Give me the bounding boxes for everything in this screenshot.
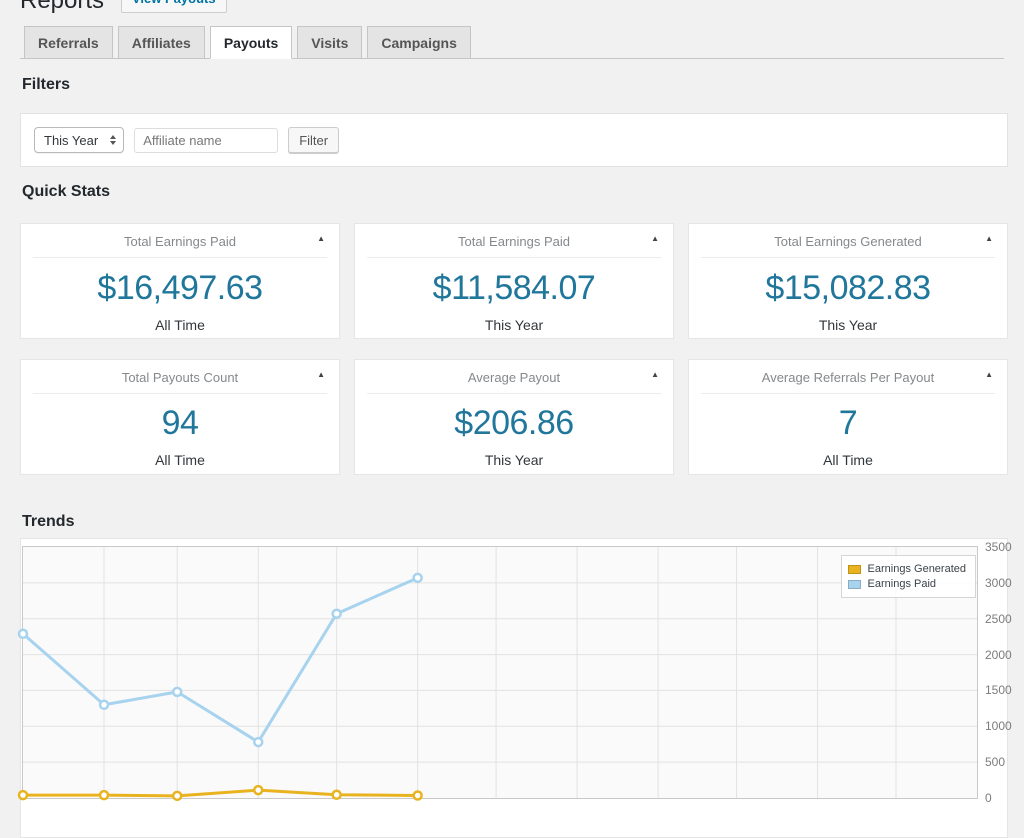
stat-card-period: This Year (689, 317, 1007, 333)
collapse-triangle-icon[interactable]: ▲ (985, 371, 993, 379)
trends-heading: Trends (22, 513, 1004, 531)
collapse-triangle-icon[interactable]: ▲ (651, 235, 659, 243)
stat-card-header: Total Earnings Paid ▲ (33, 224, 327, 258)
stat-card-period: This Year (355, 317, 673, 333)
trends-chart-container: 0500100015002000250030003500 Earnings Ge… (20, 538, 1008, 838)
trends-plot-area (22, 546, 978, 799)
stat-card-value: $11,584.07 (355, 269, 673, 308)
stat-card-value: $16,497.63 (21, 269, 339, 308)
stat-card-total-earnings-paid-year: Total Earnings Paid ▲ $11,584.07 This Ye… (354, 223, 674, 339)
stat-card-header: Total Earnings Generated ▲ (701, 224, 995, 258)
chart-legend: Earnings Generated Earnings Paid (841, 555, 976, 598)
legend-label: Earnings Paid (868, 578, 937, 590)
stat-card-period: All Time (21, 452, 339, 468)
date-range-select[interactable]: This Year (34, 127, 124, 153)
select-stepper-icon (110, 135, 116, 145)
stat-card-title: Total Earnings Paid (369, 234, 659, 249)
stat-card-value: 7 (689, 404, 1007, 443)
stat-card-header: Total Payouts Count ▲ (33, 360, 327, 394)
report-tabs: Referrals Affiliates Payouts Visits Camp… (20, 26, 1004, 59)
y-axis-tick-label: 3500 (985, 541, 1024, 553)
y-axis-tick-label: 1000 (985, 720, 1024, 732)
legend-item: Earnings Paid (848, 578, 966, 590)
stat-card-title: Average Payout (369, 370, 659, 385)
reports-page: Reports View Payouts Referrals Affiliate… (0, 0, 1024, 838)
stat-card-title: Total Earnings Paid (35, 234, 325, 249)
stat-card-period: This Year (355, 452, 673, 468)
stat-card-period: All Time (21, 317, 339, 333)
collapse-triangle-icon[interactable]: ▲ (317, 371, 325, 379)
legend-swatch-icon (848, 580, 861, 589)
tab-affiliates[interactable]: Affiliates (118, 26, 205, 58)
stat-card-title: Total Payouts Count (35, 370, 325, 385)
view-payouts-button[interactable]: View Payouts (121, 0, 227, 13)
y-axis-tick-label: 2000 (985, 649, 1024, 661)
quick-stats-heading: Quick Stats (22, 183, 1004, 201)
tab-visits[interactable]: Visits (297, 26, 362, 58)
y-axis-tick-label: 1500 (985, 684, 1024, 696)
tab-referrals[interactable]: Referrals (24, 26, 113, 58)
stat-card-title: Average Referrals Per Payout (703, 370, 993, 385)
filters-panel: This Year Filter (20, 113, 1008, 167)
tab-campaigns[interactable]: Campaigns (367, 26, 470, 58)
trends-chart-svg (23, 547, 977, 798)
legend-item: Earnings Generated (848, 563, 966, 575)
stat-card-header: Average Referrals Per Payout ▲ (701, 360, 995, 394)
collapse-triangle-icon[interactable]: ▲ (317, 235, 325, 243)
legend-label: Earnings Generated (868, 563, 966, 575)
stat-card-header: Average Payout ▲ (367, 360, 661, 394)
collapse-triangle-icon[interactable]: ▲ (985, 235, 993, 243)
stat-card-average-referrals-per-payout: Average Referrals Per Payout ▲ 7 All Tim… (688, 359, 1008, 475)
page-header: Reports View Payouts (20, 0, 1024, 14)
stat-card-total-payouts-count: Total Payouts Count ▲ 94 All Time (20, 359, 340, 475)
y-axis-tick-label: 500 (985, 756, 1024, 768)
stat-card-value: 94 (21, 404, 339, 443)
stat-card-title: Total Earnings Generated (703, 234, 993, 249)
filters-heading: Filters (22, 76, 1004, 94)
stat-card-value: $206.86 (355, 404, 673, 443)
page-title: Reports (20, 0, 104, 14)
quick-stats-grid: Total Earnings Paid ▲ $16,497.63 All Tim… (20, 223, 1008, 475)
y-axis-tick-label: 3000 (985, 577, 1024, 589)
y-axis-tick-label: 2500 (985, 613, 1024, 625)
stat-card-average-payout: Average Payout ▲ $206.86 This Year (354, 359, 674, 475)
y-axis-tick-label: 0 (985, 792, 1024, 804)
collapse-triangle-icon[interactable]: ▲ (651, 371, 659, 379)
legend-swatch-icon (848, 565, 861, 574)
stat-card-header: Total Earnings Paid ▲ (367, 224, 661, 258)
stat-card-period: All Time (689, 452, 1007, 468)
stat-card-total-earnings-paid-alltime: Total Earnings Paid ▲ $16,497.63 All Tim… (20, 223, 340, 339)
filter-button[interactable]: Filter (288, 127, 339, 153)
date-range-selected-value: This Year (44, 133, 98, 148)
stat-card-total-earnings-generated: Total Earnings Generated ▲ $15,082.83 Th… (688, 223, 1008, 339)
affiliate-name-input[interactable] (134, 128, 278, 153)
stat-card-value: $15,082.83 (689, 269, 1007, 308)
tab-payouts[interactable]: Payouts (210, 26, 292, 59)
